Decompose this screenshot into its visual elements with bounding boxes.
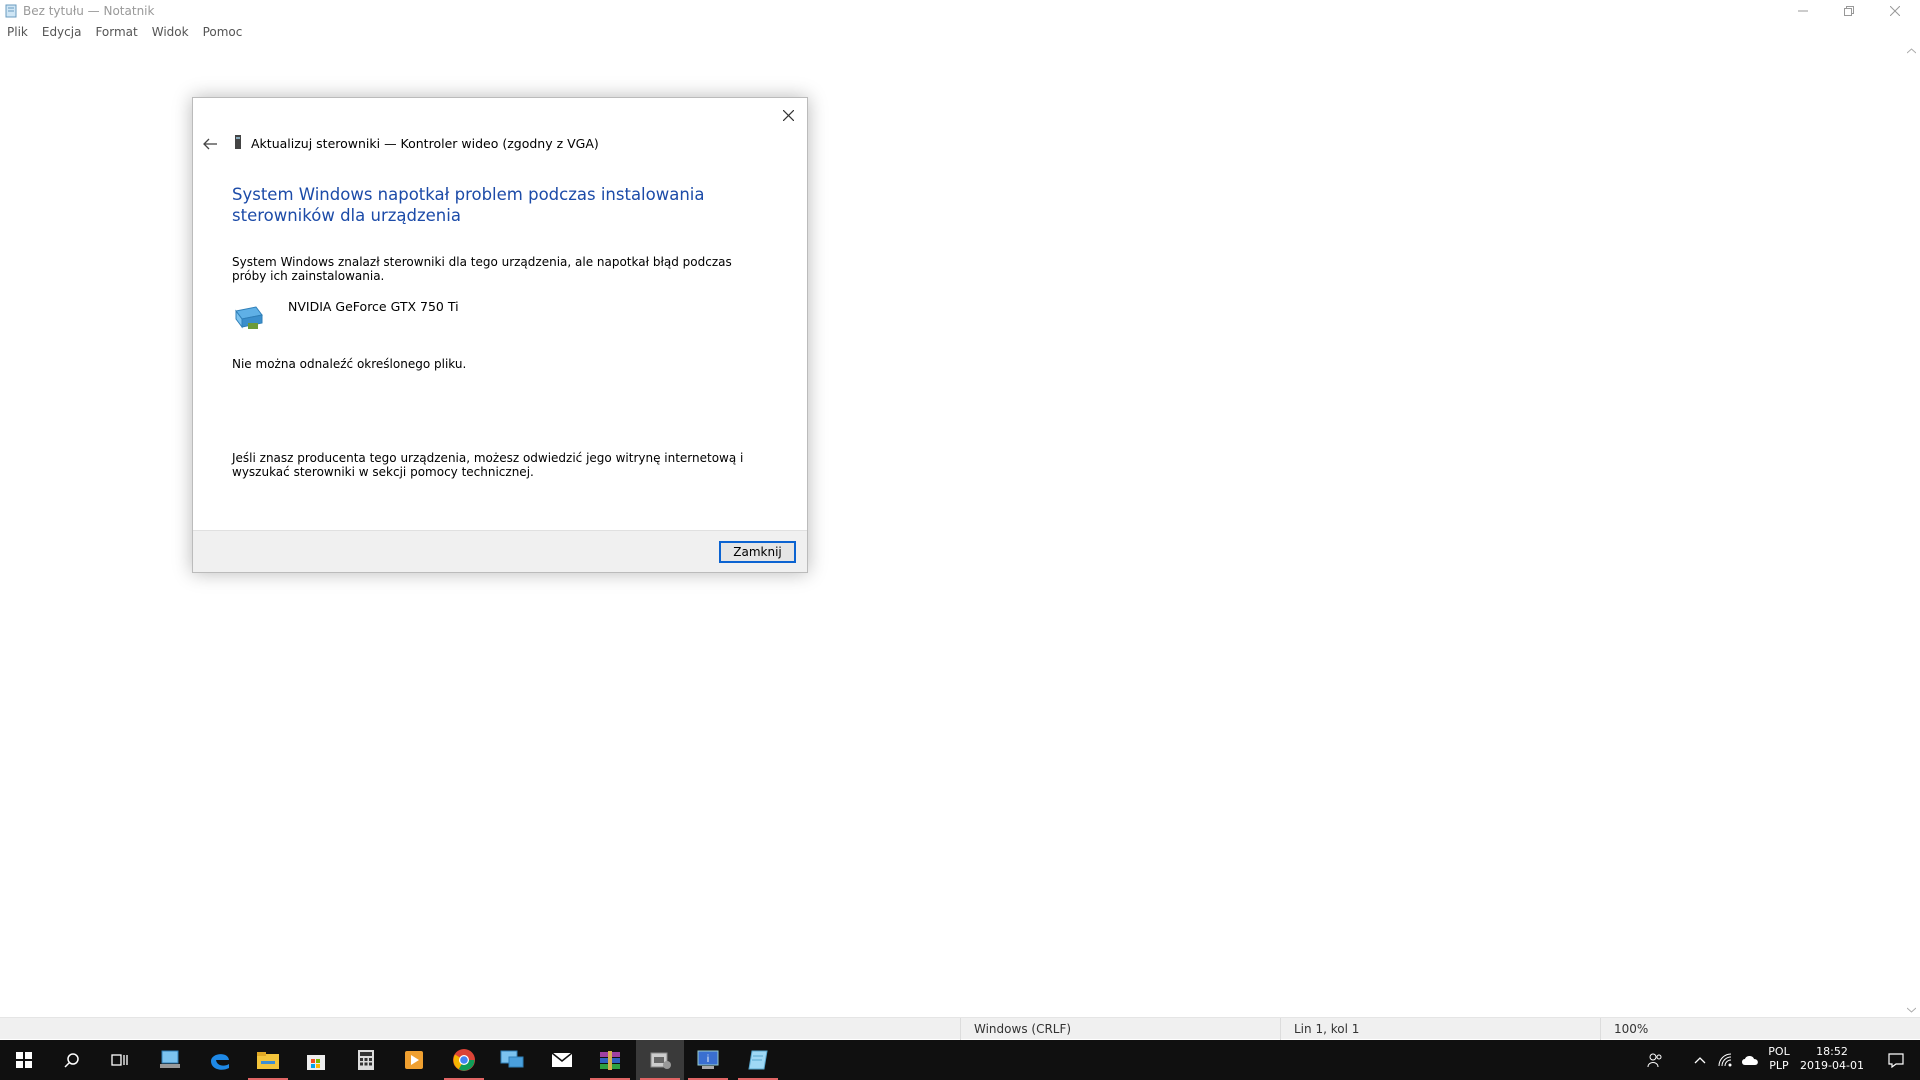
edge-icon bbox=[211, 1054, 229, 1070]
keyboard-layout: PLP bbox=[1769, 1059, 1789, 1072]
notepad-titlebar: Bez tytułu — Notatnik bbox=[0, 0, 1920, 22]
taskbar-calculator[interactable] bbox=[342, 1040, 390, 1080]
taskbar-edge[interactable] bbox=[196, 1040, 244, 1080]
dialog-header: Aktualizuj sterowniki — Kontroler wideo … bbox=[193, 132, 807, 160]
search-button[interactable] bbox=[48, 1040, 96, 1080]
menu-file[interactable]: Plik bbox=[0, 22, 35, 42]
language-code: POL bbox=[1768, 1045, 1790, 1058]
scroll-down-icon[interactable] bbox=[1907, 1007, 1916, 1013]
graphics-card-icon bbox=[235, 306, 263, 329]
calculator-icon bbox=[358, 1050, 374, 1070]
onedrive-button[interactable] bbox=[1736, 1040, 1764, 1080]
dialog-hint: Jeśli znasz producenta tego urządzenia, … bbox=[232, 451, 744, 479]
menu-help[interactable]: Pomoc bbox=[196, 22, 250, 42]
restore-button[interactable] bbox=[1826, 0, 1872, 22]
status-position: Lin 1, kol 1 bbox=[1280, 1018, 1600, 1040]
taskbar-chrome[interactable] bbox=[440, 1040, 488, 1080]
taskbar: i POL PLP 18:52 2019-04-01 bbox=[0, 1040, 1920, 1080]
people-button[interactable] bbox=[1640, 1040, 1670, 1080]
close-icon bbox=[782, 109, 794, 121]
network-icon bbox=[500, 1050, 524, 1068]
window-title: Bez tytułu — Notatnik bbox=[23, 4, 155, 18]
dialog-close-button[interactable] bbox=[777, 104, 799, 126]
taskbar-mail[interactable] bbox=[538, 1040, 586, 1080]
clock-date: 2019-04-01 bbox=[1800, 1059, 1864, 1072]
system-info-icon: i bbox=[697, 1050, 719, 1069]
menu-format[interactable]: Format bbox=[88, 22, 144, 42]
file-explorer-icon bbox=[257, 1052, 279, 1069]
notepad-app-icon bbox=[5, 4, 17, 18]
input-language[interactable]: POL PLP bbox=[1764, 1045, 1794, 1073]
chevron-up-icon bbox=[1694, 1057, 1706, 1064]
taskbar-system-info[interactable]: i bbox=[684, 1040, 732, 1080]
taskbar-network[interactable] bbox=[488, 1040, 536, 1080]
winrar-icon bbox=[600, 1051, 620, 1070]
clock-time: 18:52 bbox=[1816, 1045, 1848, 1058]
svg-text:i: i bbox=[707, 1054, 709, 1065]
minimize-icon bbox=[1798, 10, 1808, 12]
mail-icon bbox=[551, 1052, 573, 1067]
media-player-icon bbox=[405, 1051, 423, 1069]
dialog-footer: Zamknij bbox=[193, 530, 807, 572]
taskbar-driver-install[interactable] bbox=[636, 1040, 684, 1080]
driver-install-icon bbox=[650, 1052, 671, 1069]
store-icon bbox=[307, 1055, 325, 1070]
scroll-up-icon[interactable] bbox=[1907, 48, 1916, 54]
notepad-icon bbox=[748, 1050, 768, 1070]
device-manager-icon bbox=[160, 1050, 180, 1068]
dialog-error-message: Nie można odnaleźć określonego pliku. bbox=[232, 357, 467, 371]
notifications-icon bbox=[1888, 1052, 1904, 1068]
restore-icon bbox=[1844, 6, 1854, 16]
close-dialog-button[interactable]: Zamknij bbox=[719, 541, 796, 563]
clock[interactable]: 18:52 2019-04-01 bbox=[1798, 1045, 1866, 1073]
menu-edit[interactable]: Edycja bbox=[35, 22, 89, 42]
status-encoding: Windows (CRLF) bbox=[960, 1018, 1280, 1040]
vertical-scrollbar[interactable] bbox=[1903, 42, 1920, 1017]
taskbar-media-player[interactable] bbox=[390, 1040, 438, 1080]
status-bar: Windows (CRLF) Lin 1, kol 1 100% bbox=[0, 1017, 1920, 1040]
chrome-icon bbox=[453, 1049, 475, 1071]
dialog-heading: System Windows napotkał problem podczas … bbox=[232, 185, 705, 225]
taskbar-device-manager[interactable] bbox=[146, 1040, 194, 1080]
status-zoom: 100% bbox=[1600, 1018, 1920, 1040]
taskbar-file-explorer[interactable] bbox=[244, 1040, 292, 1080]
people-icon bbox=[1647, 1053, 1662, 1068]
dialog-header-text: Aktualizuj sterowniki — Kontroler wideo … bbox=[251, 136, 599, 151]
device-icon bbox=[235, 135, 241, 149]
action-center-button[interactable] bbox=[1872, 1040, 1920, 1080]
taskbar-store[interactable] bbox=[292, 1040, 340, 1080]
update-driver-dialog: Aktualizuj sterowniki — Kontroler wideo … bbox=[192, 97, 808, 573]
menu-bar: Plik Edycja Format Widok Pomoc bbox=[0, 22, 1920, 42]
show-hidden-icons-button[interactable] bbox=[1685, 1040, 1715, 1080]
dialog-description: System Windows znalazł sterowniki dla te… bbox=[232, 255, 732, 283]
task-view-icon bbox=[111, 1054, 128, 1066]
device-name: NVIDIA GeForce GTX 750 Ti bbox=[288, 299, 459, 314]
start-icon bbox=[16, 1052, 32, 1068]
task-view-button[interactable] bbox=[96, 1040, 144, 1080]
minimize-button[interactable] bbox=[1780, 0, 1826, 22]
close-icon bbox=[1890, 6, 1900, 16]
start-button[interactable] bbox=[0, 1040, 48, 1080]
cloud-icon bbox=[1742, 1056, 1758, 1065]
search-icon bbox=[64, 1053, 79, 1068]
menu-view[interactable]: Widok bbox=[145, 22, 196, 42]
back-arrow-icon[interactable] bbox=[201, 136, 221, 152]
taskbar-winrar[interactable] bbox=[586, 1040, 634, 1080]
close-window-button[interactable] bbox=[1872, 0, 1918, 22]
wifi-icon bbox=[1718, 1053, 1732, 1067]
taskbar-notepad[interactable] bbox=[734, 1040, 782, 1080]
